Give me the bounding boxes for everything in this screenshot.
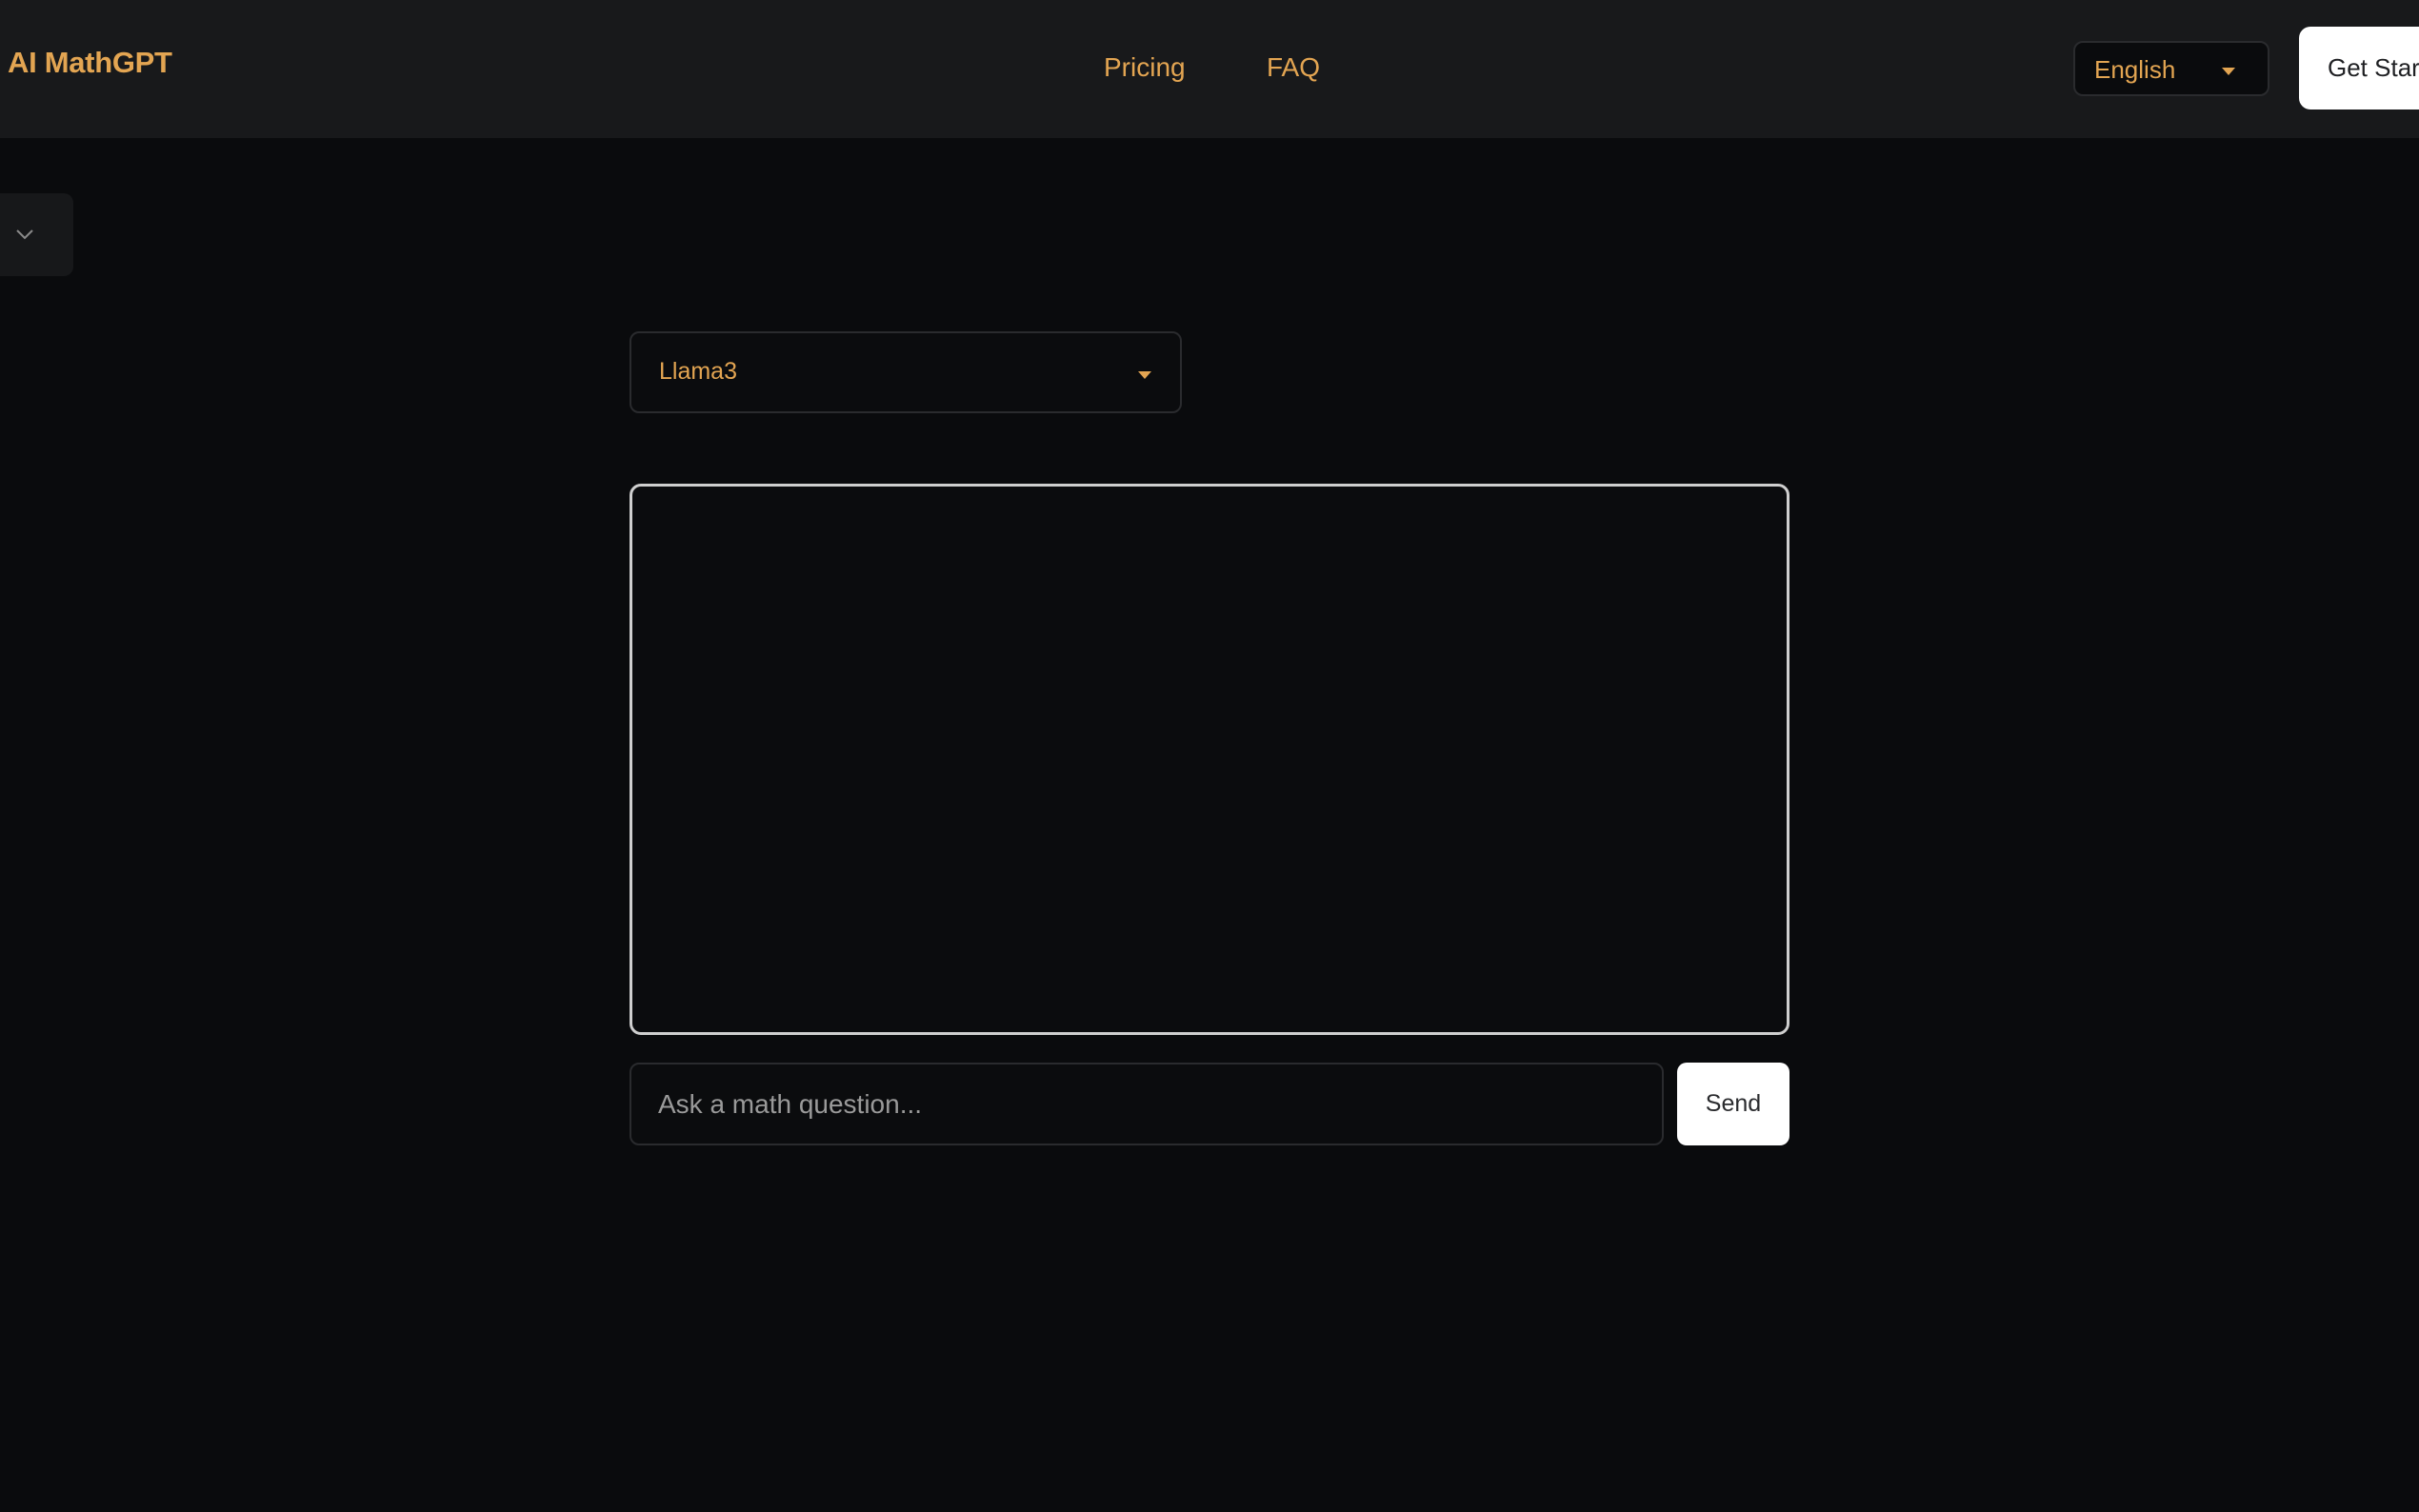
math-question-input[interactable] xyxy=(630,1063,1664,1145)
caret-down-icon xyxy=(2222,68,2235,75)
model-select[interactable]: Llama3 xyxy=(630,331,1182,413)
caret-down-icon xyxy=(1138,371,1151,379)
chevron-down-icon xyxy=(16,229,33,240)
model-selected-value: Llama3 xyxy=(659,358,737,385)
language-selected-value: English xyxy=(2094,55,2176,84)
chat-messages-area[interactable] xyxy=(630,484,1789,1035)
nav-link-pricing[interactable]: Pricing xyxy=(1104,52,1186,83)
page: AI MathGPT Pricing FAQ English Get Start… xyxy=(0,0,2419,1512)
send-button[interactable]: Send xyxy=(1677,1063,1789,1145)
nav-link-faq[interactable]: FAQ xyxy=(1267,52,1320,83)
top-navbar: AI MathGPT Pricing FAQ English Get Start… xyxy=(0,0,2419,138)
language-select[interactable]: English xyxy=(2073,41,2269,96)
brand-logo[interactable]: AI MathGPT xyxy=(8,46,172,80)
sidebar-toggle-button[interactable] xyxy=(0,193,73,276)
get-started-button[interactable]: Get Started xyxy=(2299,27,2419,109)
